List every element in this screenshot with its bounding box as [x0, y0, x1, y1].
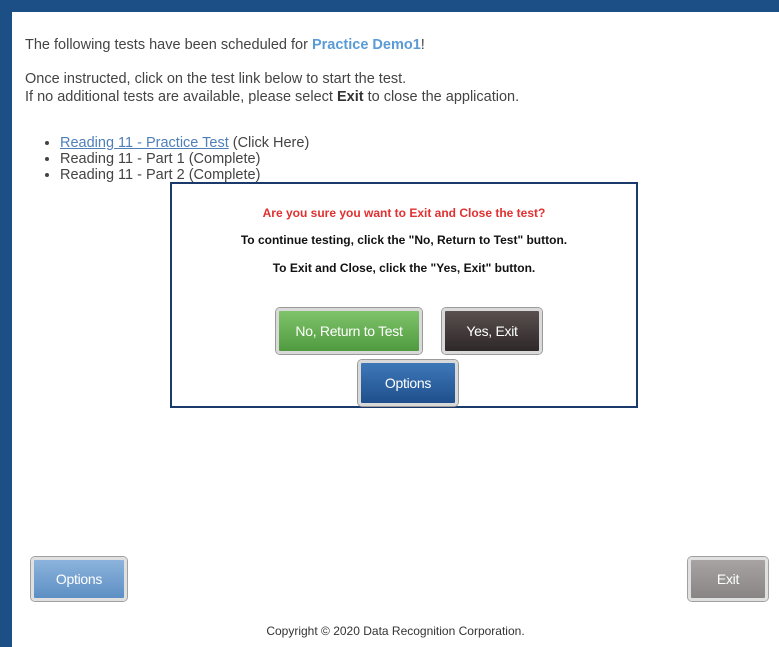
instruction-line-1: Once instructed, click on the test link …: [25, 71, 407, 87]
test-status: (Complete): [184, 151, 261, 167]
instruction-line-2: If no additional tests are available, pl…: [25, 88, 519, 106]
intro-text: The following tests have been scheduled …: [25, 36, 519, 106]
return-to-test-button[interactable]: No, Return to Test: [276, 308, 422, 354]
test-item-practice: Reading 11 - Practice Test (Click Here): [60, 135, 309, 151]
yes-exit-button[interactable]: Yes, Exit: [442, 308, 542, 354]
test-status: (Complete): [184, 167, 261, 183]
instruction-exit-word: Exit: [336, 89, 364, 105]
test-status: (Click Here): [228, 135, 310, 151]
test-name: Reading 11 - Part 1: [60, 151, 185, 167]
test-list: Reading 11 - Practice Test (Click Here) …: [42, 135, 309, 183]
student-name: Practice Demo1: [311, 37, 421, 53]
instruction-prefix: If no additional tests are available, pl…: [25, 89, 337, 105]
test-item-part1: Reading 11 - Part 1 (Complete): [60, 151, 309, 167]
footer-options-button[interactable]: Options: [31, 557, 127, 601]
scheduled-suffix: !: [420, 37, 425, 53]
scheduled-line: The following tests have been scheduled …: [25, 36, 519, 54]
dialog-continue-message: To continue testing, click the "No, Retu…: [240, 233, 568, 247]
test-name: Reading 11 - Part 2: [60, 167, 185, 183]
dialog-warning: Are you sure you want to Exit and Close …: [262, 206, 546, 220]
instruction-suffix: to close the application.: [363, 89, 520, 105]
footer-exit-button[interactable]: Exit: [688, 557, 768, 601]
dialog-exit-message: To Exit and Close, click the "Yes, Exit"…: [272, 261, 536, 275]
main-panel: The following tests have been scheduled …: [12, 12, 779, 647]
scheduled-prefix: The following tests have been scheduled …: [25, 37, 312, 53]
exit-confirm-dialog: Are you sure you want to Exit and Close …: [170, 182, 638, 408]
test-item-part2: Reading 11 - Part 2 (Complete): [60, 167, 309, 183]
copyright-text: Copyright © 2020 Data Recognition Corpor…: [266, 624, 525, 638]
dialog-options-button[interactable]: Options: [358, 360, 458, 406]
test-link-practice[interactable]: Reading 11 - Practice Test: [60, 135, 229, 151]
